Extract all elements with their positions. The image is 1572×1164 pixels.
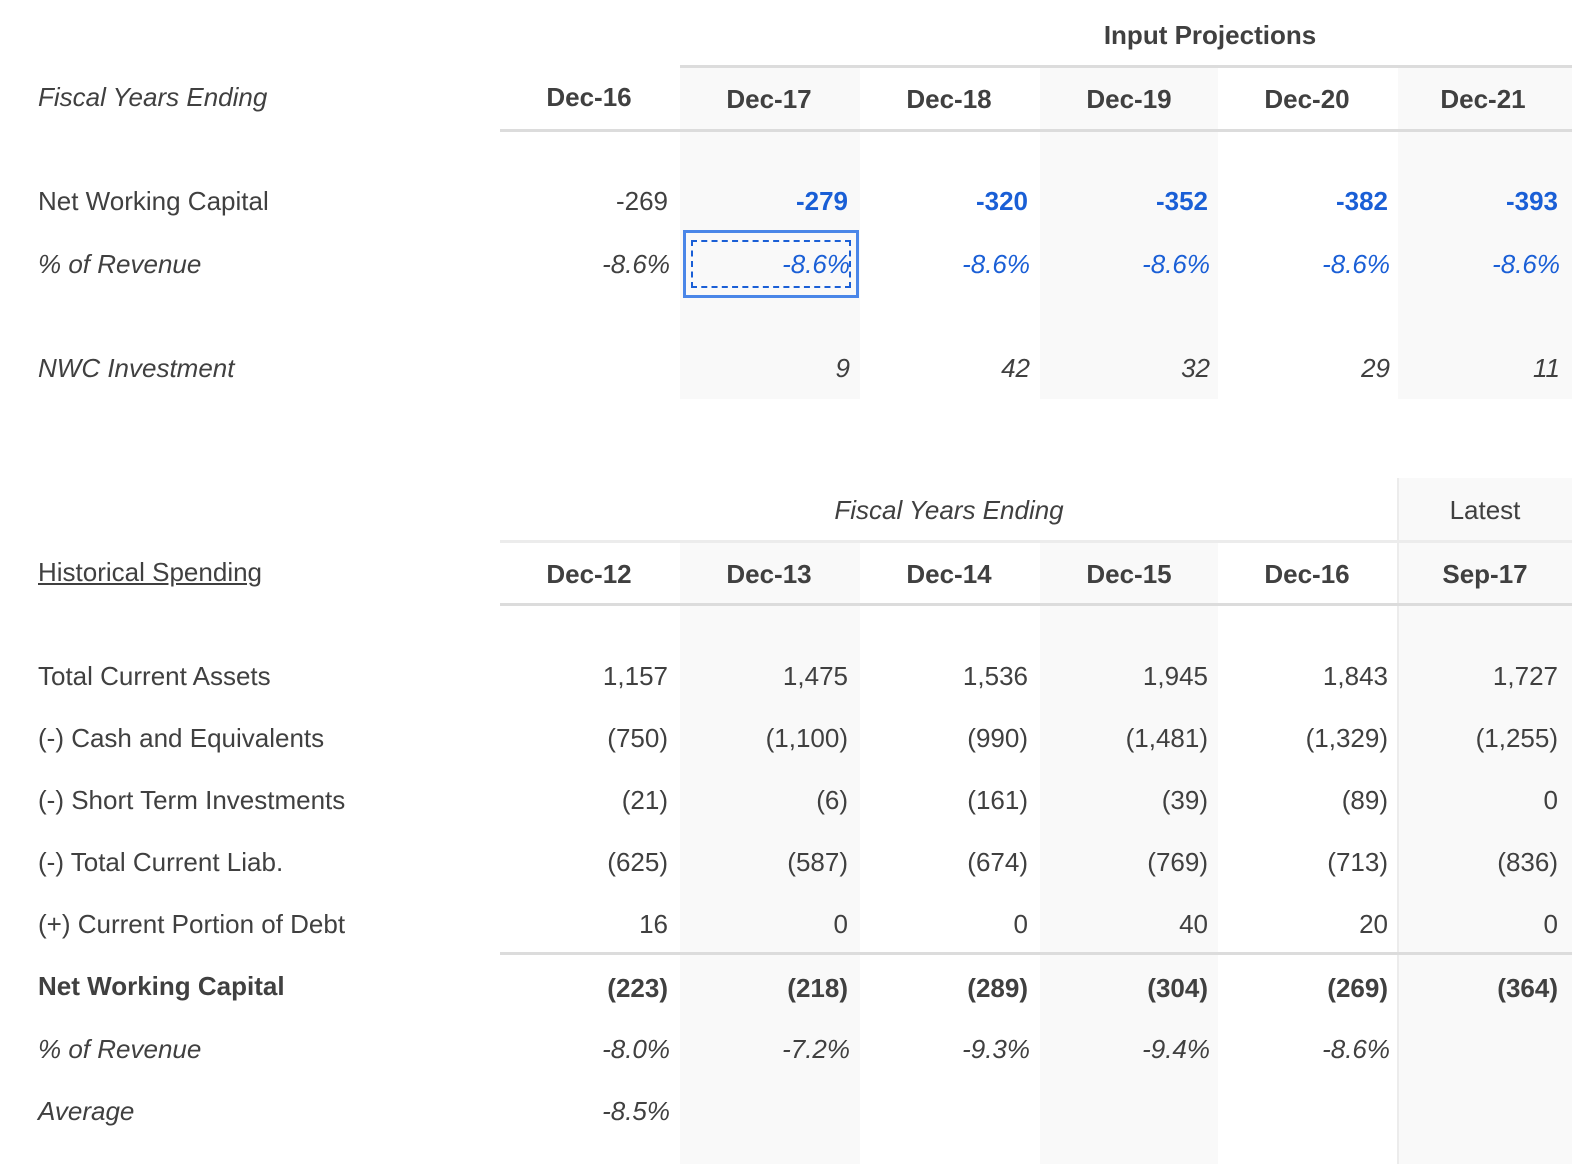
cell[interactable]: 0: [860, 908, 1028, 940]
row-label: (-) Total Current Liab.: [38, 847, 284, 877]
column-header: Dec-15: [1086, 559, 1172, 589]
total-cell[interactable]: (269): [1218, 972, 1388, 1004]
cell[interactable]: -8.5%: [500, 1095, 670, 1127]
subtotal-divider: [500, 952, 1572, 955]
cell[interactable]: (769): [1040, 846, 1208, 878]
input-cell[interactable]: -393: [1398, 185, 1558, 217]
divider: [500, 603, 1572, 606]
row-label: Average: [38, 1096, 135, 1126]
total-cell[interactable]: (364): [1398, 972, 1558, 1004]
cell[interactable]: 0: [1398, 908, 1558, 940]
row-label: (+) Current Portion of Debt: [38, 909, 346, 939]
input-cell[interactable]: -8.6%: [1398, 248, 1560, 280]
row-label: % of Revenue: [38, 249, 202, 279]
column-header: Dec-19: [1086, 84, 1172, 114]
cell[interactable]: (625): [500, 846, 668, 878]
cell[interactable]: (990): [860, 722, 1028, 754]
cell[interactable]: (750): [500, 722, 668, 754]
cell[interactable]: 40: [1040, 908, 1208, 940]
row-label: % of Revenue: [38, 1034, 202, 1064]
divider: [680, 65, 1572, 68]
row-label: Net Working Capital: [38, 186, 269, 216]
input-cell[interactable]: -8.6%: [1040, 248, 1210, 280]
cell[interactable]: (161): [860, 784, 1028, 816]
divider: [500, 129, 1572, 132]
cell[interactable]: 1,727: [1398, 660, 1558, 692]
cell[interactable]: (89): [1218, 784, 1388, 816]
cell[interactable]: -269: [500, 185, 668, 217]
cell[interactable]: -8.6%: [500, 248, 670, 280]
cell[interactable]: 42: [860, 352, 1030, 384]
latest-header: Latest: [1449, 495, 1521, 525]
cell[interactable]: (713): [1218, 846, 1388, 878]
column-header: Dec-13: [726, 559, 812, 589]
total-cell[interactable]: (289): [860, 972, 1028, 1004]
cell[interactable]: -9.3%: [860, 1033, 1030, 1065]
cell[interactable]: 1,945: [1040, 660, 1208, 692]
cell[interactable]: 1,843: [1218, 660, 1388, 692]
cell[interactable]: (21): [500, 784, 668, 816]
cell[interactable]: 29: [1218, 352, 1390, 384]
column-header: Dec-18: [906, 84, 992, 114]
divider: [500, 540, 1572, 543]
input-cell[interactable]: -352: [1040, 185, 1208, 217]
input-cell[interactable]: -279: [680, 185, 848, 217]
group-header: Fiscal Years Ending: [834, 495, 1064, 525]
cell[interactable]: -8.0%: [500, 1033, 670, 1065]
cell[interactable]: 9: [680, 352, 850, 384]
row-label: Net Working Capital: [38, 971, 285, 1001]
cell[interactable]: (836): [1398, 846, 1558, 878]
column-header: Dec-12: [546, 559, 632, 589]
cell[interactable]: (39): [1040, 784, 1208, 816]
cell[interactable]: 1,475: [680, 660, 848, 692]
cell[interactable]: -9.4%: [1040, 1033, 1210, 1065]
cell[interactable]: (1,100): [680, 722, 848, 754]
input-cell[interactable]: -382: [1218, 185, 1388, 217]
column-shade: [1040, 66, 1218, 399]
cell[interactable]: 0: [680, 908, 848, 940]
row-label: (-) Short Term Investments: [38, 785, 346, 815]
total-cell[interactable]: (304): [1040, 972, 1208, 1004]
column-shade: [1398, 66, 1572, 399]
column-header: Dec-21: [1440, 84, 1526, 114]
section-title: Input Projections: [1103, 20, 1317, 50]
row-header-label: Fiscal Years Ending: [38, 82, 268, 112]
input-cell[interactable]: -8.6%: [860, 248, 1030, 280]
cell[interactable]: 20: [1218, 908, 1388, 940]
cell[interactable]: 16: [500, 908, 668, 940]
cell[interactable]: -7.2%: [680, 1033, 850, 1065]
cell[interactable]: (674): [860, 846, 1028, 878]
row-label: NWC Investment: [38, 353, 235, 383]
section-title: Historical Spending: [38, 557, 263, 587]
input-cell[interactable]: -320: [860, 185, 1028, 217]
total-cell[interactable]: (218): [680, 972, 848, 1004]
column-header: Sep-17: [1442, 559, 1528, 589]
cell[interactable]: -8.6%: [1218, 1033, 1390, 1065]
column-header: Dec-20: [1264, 84, 1350, 114]
column-header: Dec-14: [906, 559, 992, 589]
input-cell[interactable]: -8.6%: [1218, 248, 1390, 280]
cell[interactable]: (1,481): [1040, 722, 1208, 754]
cell[interactable]: 32: [1040, 352, 1210, 384]
cell[interactable]: (6): [680, 784, 848, 816]
cell[interactable]: (587): [680, 846, 848, 878]
column-header: Dec-16: [546, 82, 632, 112]
cell[interactable]: 1,157: [500, 660, 668, 692]
selected-input-cell[interactable]: -8.6%: [680, 248, 850, 280]
row-label: Total Current Assets: [38, 661, 271, 691]
cell[interactable]: 1,536: [860, 660, 1028, 692]
cell[interactable]: (1,329): [1218, 722, 1388, 754]
cell[interactable]: (1,255): [1398, 722, 1558, 754]
row-label: (-) Cash and Equivalents: [38, 723, 325, 753]
total-cell[interactable]: (223): [500, 972, 668, 1004]
cell[interactable]: 11: [1398, 352, 1560, 384]
column-header: Dec-17: [726, 84, 812, 114]
column-header: Dec-16: [1264, 559, 1350, 589]
cell[interactable]: 0: [1398, 784, 1558, 816]
